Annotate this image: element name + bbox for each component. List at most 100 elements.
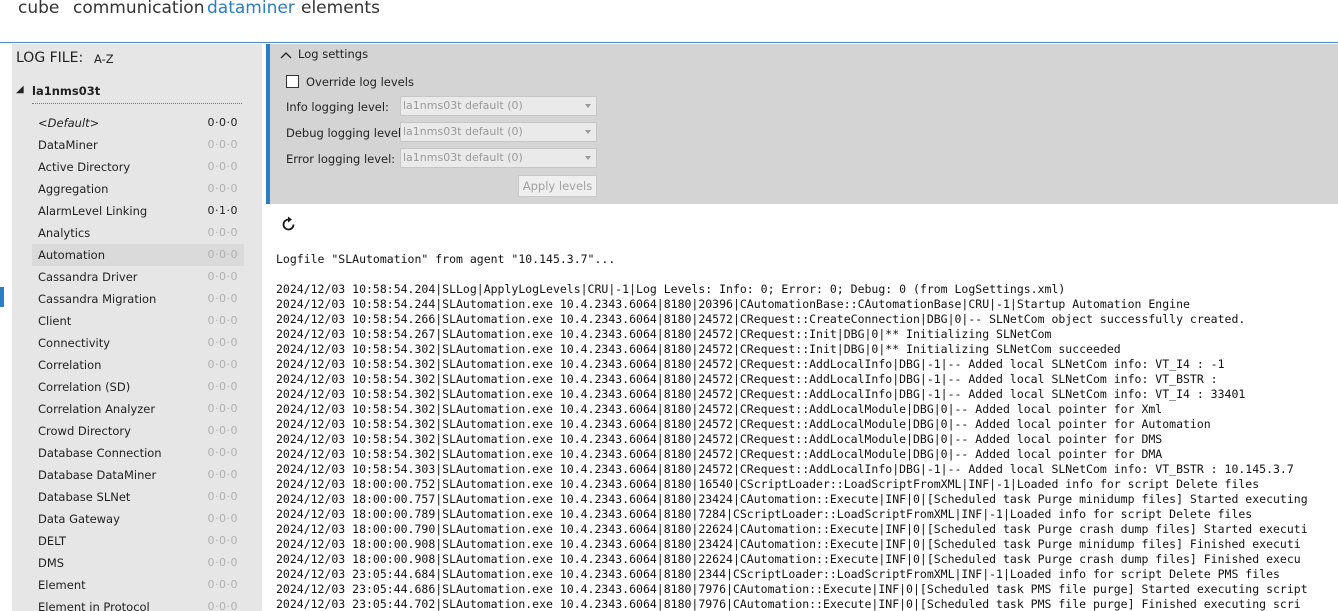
log-file-item[interactable]: Connectivity 0·0·0 (32, 332, 244, 354)
log-file-item[interactable]: Client 0·0·0 (32, 310, 244, 332)
log-file-item[interactable]: Correlation 0·0·0 (32, 354, 244, 376)
log-line: 2024/12/03 10:58:54.302|SLAutomation.exe… (276, 417, 1211, 431)
info-level-label: Info logging level: (286, 100, 389, 114)
debug-level-label: Debug logging level: (286, 126, 405, 140)
log-level-indicator: 0·0·0 (207, 490, 238, 503)
tab-dataminer[interactable]: dataminer (207, 0, 295, 18)
log-file-item-label: Correlation (SD) (38, 380, 131, 394)
log-file-item[interactable]: AlarmLevel Linking 0·1·0 (32, 200, 244, 222)
log-line: 2024/12/03 18:00:00.757|SLAutomation.exe… (276, 492, 1308, 506)
log-file-item-label: Cassandra Driver (38, 270, 138, 284)
log-file-item[interactable]: DataMiner 0·0·0 (32, 134, 244, 156)
log-file-title: LOG FILE: (16, 50, 84, 66)
log-file-item-label: Database SLNet (38, 490, 131, 504)
dropdown-arrow-icon (585, 156, 591, 160)
log-heading: Logfile "SLAutomation" from agent "10.14… (276, 252, 616, 266)
top-navigation: cube communication dataminer elements (0, 0, 1338, 42)
log-file-item[interactable]: <Default> 0·0·0 (32, 112, 244, 134)
log-file-item[interactable]: Database SLNet 0·0·0 (32, 486, 244, 508)
log-level-indicator: 0·0·0 (207, 358, 238, 371)
tab-communication[interactable]: communication (73, 0, 204, 18)
log-level-indicator: 0·0·0 (207, 292, 238, 305)
log-file-list: <Default> 0·0·0 DataMiner 0·0·0 Active Direc… (32, 112, 244, 611)
log-level-indicator: 0·0·0 (207, 600, 238, 611)
override-log-levels-label: Override log levels (306, 75, 414, 89)
log-file-item[interactable]: Element in Protocol 0·0·0 (32, 596, 244, 611)
log-level-indicator: 0·0·0 (207, 226, 238, 239)
log-file-item[interactable]: Crowd Directory 0·0·0 (32, 420, 244, 442)
log-line: 2024/12/03 23:05:44.684|SLAutomation.exe… (276, 567, 1280, 581)
host-separator (32, 103, 242, 104)
log-file-item-label: <Default> (38, 116, 100, 130)
checkbox-box[interactable] (286, 75, 299, 88)
log-file-item-label: Client (38, 314, 72, 328)
log-line: 2024/12/03 23:05:44.702|SLAutomation.exe… (276, 597, 1301, 611)
log-line: 2024/12/03 10:58:54.244|SLAutomation.exe… (276, 297, 1190, 311)
log-level-indicator: 0·1·0 (207, 204, 238, 217)
log-line: 2024/12/03 10:58:54.302|SLAutomation.exe… (276, 372, 1218, 386)
log-file-item-label: Crowd Directory (38, 424, 131, 438)
log-line: 2024/12/03 10:58:54.303|SLAutomation.exe… (276, 462, 1294, 476)
log-file-item[interactable]: Correlation Analyzer 0·0·0 (32, 398, 244, 420)
override-log-levels-checkbox[interactable]: Override log levels (286, 75, 414, 89)
log-file-item[interactable]: Aggregation 0·0·0 (32, 178, 244, 200)
log-level-indicator: 0·0·0 (207, 138, 238, 151)
log-file-item[interactable]: DMS 0·0·0 (32, 552, 244, 574)
log-level-indicator: 0·0·0 (207, 446, 238, 459)
log-line: 2024/12/03 18:00:00.789|SLAutomation.exe… (276, 507, 1253, 521)
log-level-indicator: 0·0·0 (207, 468, 238, 481)
log-level-indicator: 0·0·0 (207, 380, 238, 393)
log-file-item[interactable]: Cassandra Driver 0·0·0 (32, 266, 244, 288)
log-file-item[interactable]: Database Connection 0·0·0 (32, 442, 244, 464)
log-level-indicator: 0·0·0 (207, 248, 238, 261)
log-file-item-label: Cassandra Migration (38, 292, 157, 306)
log-level-indicator: 0·0·0 (207, 578, 238, 591)
log-file-item-label: Aggregation (38, 182, 109, 196)
log-line: 2024/12/03 10:58:54.302|SLAutomation.exe… (276, 342, 1121, 356)
error-level-select[interactable]: la1nms03t default (0) (400, 148, 597, 168)
refresh-icon[interactable] (280, 215, 298, 233)
log-file-item[interactable]: Element 0·0·0 (32, 574, 244, 596)
log-file-item[interactable]: Active Directory 0·0·0 (32, 156, 244, 178)
debug-level-select[interactable]: la1nms03t default (0) (400, 122, 597, 142)
log-output[interactable]: 2024/12/03 10:58:54.204|SLLog|ApplyLogLe… (276, 282, 1338, 611)
log-file-item[interactable]: Database DataMiner 0·0·0 (32, 464, 244, 486)
log-line: 2024/12/03 10:58:54.266|SLAutomation.exe… (276, 312, 1246, 326)
log-file-item-label: Analytics (38, 226, 91, 240)
dropdown-arrow-icon (585, 104, 591, 108)
log-file-item[interactable]: Data Gateway 0·0·0 (32, 508, 244, 530)
log-level-indicator: 0·0·0 (207, 424, 238, 437)
collapse-triangle-icon[interactable]: ◢ (16, 84, 24, 95)
log-file-item-label: Automation (38, 248, 105, 262)
log-level-indicator: 0·0·0 (207, 314, 238, 327)
log-line: 2024/12/03 18:00:00.752|SLAutomation.exe… (276, 477, 1260, 491)
tab-elements[interactable]: elements (301, 0, 380, 18)
error-level-label: Error logging level: (286, 152, 396, 166)
sort-toggle[interactable]: A-Z (94, 52, 114, 66)
log-file-item[interactable]: Correlation (SD) 0·0·0 (32, 376, 244, 398)
log-settings-panel: Log settings Override log levels Info lo… (266, 44, 1338, 204)
log-file-item[interactable]: DELT 0·0·0 (32, 530, 244, 552)
log-file-item-label: Data Gateway (38, 512, 120, 526)
log-file-item[interactable]: Analytics 0·0·0 (32, 222, 244, 244)
log-line: 2024/12/03 18:00:00.790|SLAutomation.exe… (276, 522, 1308, 536)
log-file-item-label: Element in Protocol (38, 600, 150, 611)
log-file-item-label: Active Directory (38, 160, 131, 174)
tab-cube[interactable]: cube (18, 0, 59, 18)
log-file-item-label: Database DataMiner (38, 468, 157, 482)
log-file-item[interactable]: Automation 0·0·0 (32, 244, 244, 266)
agent-name[interactable]: la1nms03t (32, 84, 100, 98)
log-level-indicator: 0·0·0 (207, 270, 238, 283)
log-level-indicator: 0·0·0 (207, 336, 238, 349)
info-level-value: la1nms03t default (0) (403, 99, 523, 112)
log-settings-toggle[interactable]: Log settings (280, 47, 368, 61)
top-navigation-divider (0, 42, 1338, 43)
log-file-item[interactable]: Cassandra Migration 0·0·0 (32, 288, 244, 310)
log-file-item-label: Correlation Analyzer (38, 402, 156, 416)
apply-levels-button[interactable]: Apply levels (518, 175, 597, 197)
debug-level-value: la1nms03t default (0) (403, 125, 523, 138)
log-file-item-label: DataMiner (38, 138, 98, 152)
info-level-select[interactable]: la1nms03t default (0) (400, 96, 597, 116)
log-line: 2024/12/03 10:58:54.302|SLAutomation.exe… (276, 402, 1163, 416)
log-file-item-label: Element (38, 578, 86, 592)
